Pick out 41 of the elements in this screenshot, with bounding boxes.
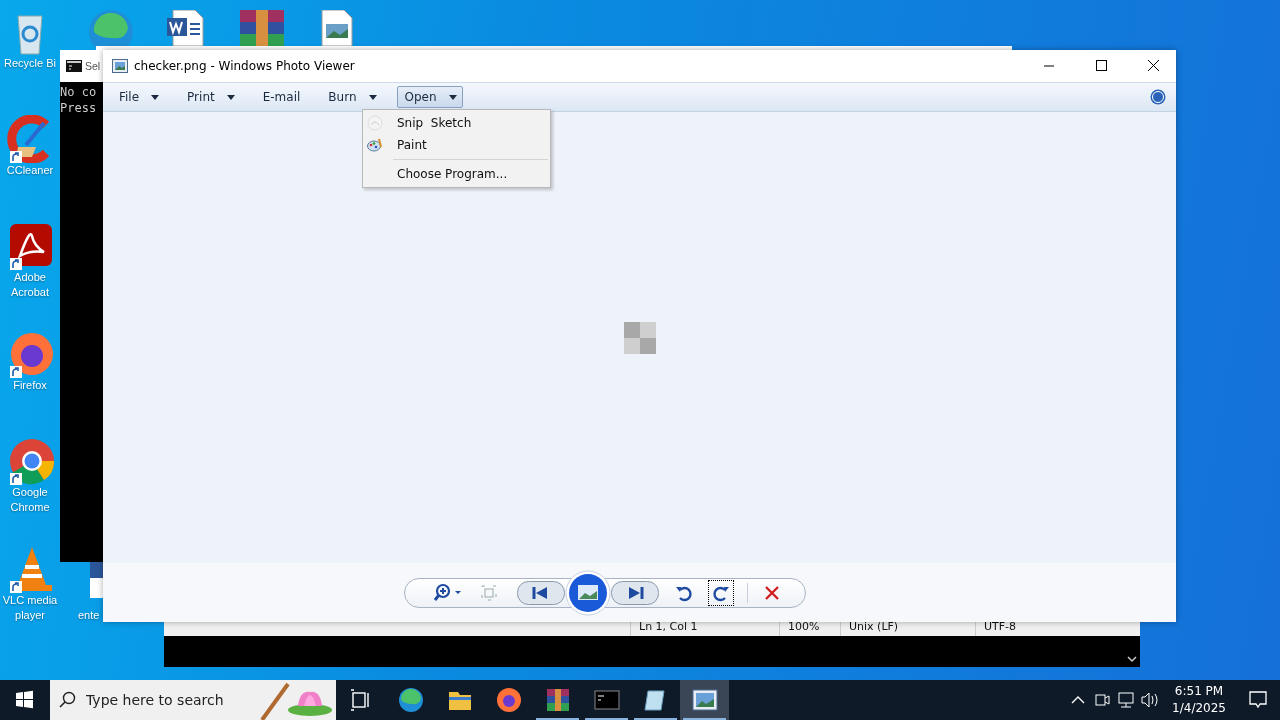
photo-icon — [691, 687, 718, 713]
menu-item[interactable]: Snip Sketch — [363, 112, 550, 134]
checkerboard-image — [623, 321, 656, 354]
help-icon[interactable] — [1150, 89, 1166, 105]
chevron-down-icon[interactable] — [1127, 655, 1137, 663]
search-icon — [58, 690, 78, 710]
toolbar-menu-button[interactable]: Print — [179, 86, 241, 108]
caret-icon — [448, 94, 457, 100]
slideshow-icon[interactable] — [564, 569, 611, 616]
menu-item[interactable]: Paint — [363, 134, 550, 156]
caret-icon — [226, 94, 235, 100]
archive-icon[interactable] — [238, 10, 286, 46]
caret-icon — [151, 94, 160, 100]
caret-icon — [368, 94, 377, 100]
next-icon[interactable] — [610, 580, 659, 605]
fox-icon — [495, 687, 522, 713]
terminal-icon — [593, 687, 620, 713]
terminal-icon — [66, 60, 82, 72]
menu-item[interactable]: Choose Program... — [363, 163, 550, 185]
previous-icon[interactable] — [516, 580, 565, 605]
search-box[interactable]: Type here to search — [50, 680, 336, 720]
toolbar-menu-button[interactable]: File — [111, 86, 166, 108]
palette-icon — [367, 137, 383, 153]
console-text: Press — [60, 100, 97, 116]
document-icon[interactable] — [165, 10, 205, 46]
toolbar-menu-button[interactable]: Open — [396, 86, 463, 108]
toolbar-menu-button[interactable]: E-mail — [254, 86, 307, 108]
window-title: checker.png - Windows Photo Viewer — [134, 59, 355, 73]
image-file-icon[interactable] — [320, 10, 354, 46]
rotate-right-icon[interactable] — [708, 580, 733, 605]
taskbar-app-button[interactable] — [680, 680, 729, 720]
clock[interactable]: 6:51 PM 1/4/2025 — [1162, 683, 1236, 717]
console-text: No co — [60, 84, 97, 100]
clock-date: 1/4/2025 — [1172, 700, 1226, 717]
browser-icon — [397, 687, 424, 713]
toolbar-menu-button[interactable]: Burn — [320, 86, 383, 108]
photo-icon — [112, 59, 128, 73]
window-title: Sel — [85, 60, 101, 72]
search-field[interactable]: Type here to search — [78, 691, 260, 709]
archive-icon — [544, 687, 571, 713]
clock-time: 6:51 PM — [1174, 683, 1224, 700]
